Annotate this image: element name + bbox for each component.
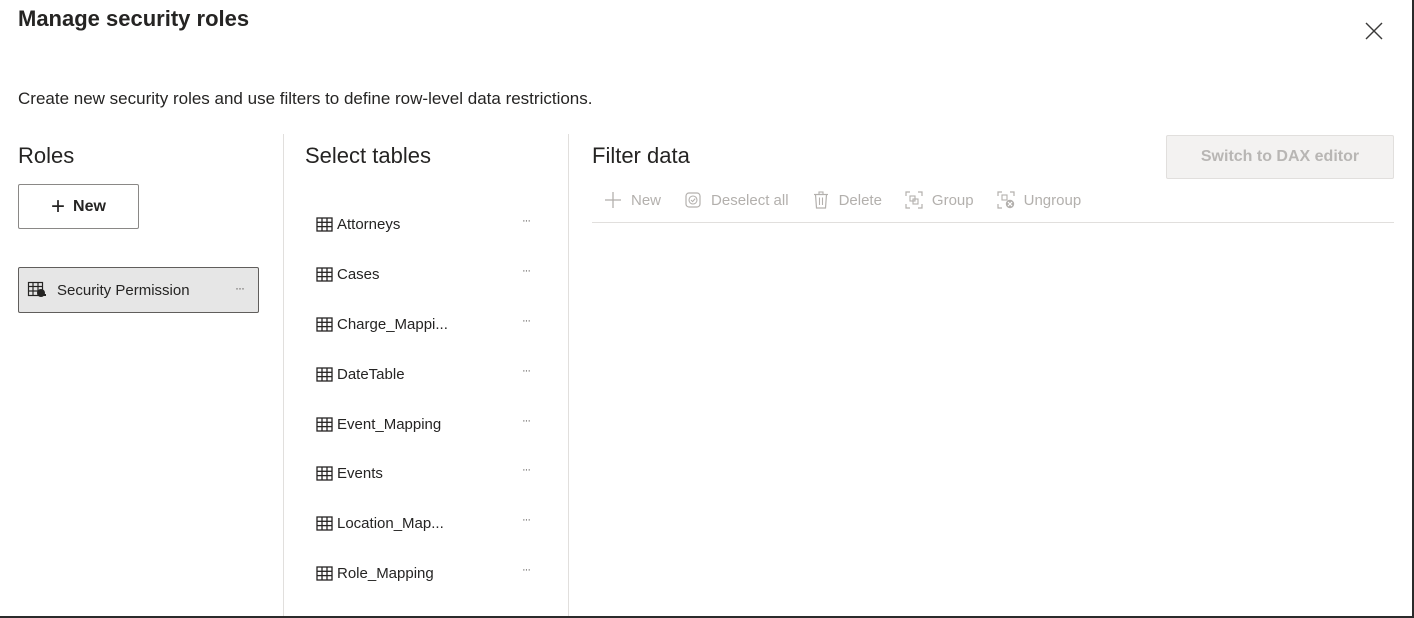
ungroup-label: Ungroup bbox=[1023, 191, 1082, 209]
deselect-all-label: Deselect all bbox=[711, 191, 789, 209]
table-more-icon[interactable]: ··· bbox=[522, 564, 531, 576]
dialog-title: Manage security roles bbox=[18, 6, 250, 31]
group-icon bbox=[904, 190, 924, 210]
ungroup-icon bbox=[996, 190, 1016, 210]
table-more-icon[interactable]: ··· bbox=[522, 215, 531, 227]
table-item-cases[interactable]: Cases ··· bbox=[316, 258, 536, 290]
table-more-icon[interactable]: ··· bbox=[522, 265, 531, 277]
table-item-location-mapping[interactable]: Location_Map... ··· bbox=[316, 507, 536, 539]
table-more-icon[interactable]: ··· bbox=[522, 514, 531, 526]
table-item-datetable[interactable]: DateTable ··· bbox=[316, 358, 536, 390]
group-label: Group bbox=[931, 191, 974, 209]
table-item-label: Location_Map... bbox=[337, 514, 444, 532]
table-icon bbox=[316, 216, 333, 232]
table-more-icon[interactable]: ··· bbox=[522, 365, 531, 377]
filter-heading: Filter data bbox=[592, 143, 690, 168]
table-icon bbox=[316, 266, 333, 282]
tables-divider bbox=[568, 134, 569, 616]
tables-heading: Select tables bbox=[305, 143, 431, 168]
role-item-label: Security Permission bbox=[57, 281, 190, 299]
switch-to-dax-editor-button[interactable]: Switch to DAX editor bbox=[1166, 135, 1394, 179]
filter-new-label: New bbox=[631, 191, 662, 209]
roles-heading: Roles bbox=[18, 143, 75, 168]
roles-divider bbox=[283, 134, 284, 616]
table-icon bbox=[316, 565, 333, 581]
manage-security-roles-dialog: Manage security roles Create new securit… bbox=[0, 0, 1414, 618]
role-item-security-permission[interactable]: Security Permission ··· bbox=[18, 267, 259, 313]
table-icon bbox=[316, 515, 333, 531]
table-item-label: DateTable bbox=[337, 365, 405, 383]
deselect-icon bbox=[683, 190, 703, 210]
role-more-icon[interactable]: ··· bbox=[235, 281, 245, 295]
plus-icon bbox=[603, 190, 623, 210]
table-item-label: Events bbox=[337, 464, 383, 482]
new-role-label: New bbox=[73, 197, 106, 215]
plus-icon: + bbox=[51, 192, 66, 220]
table-item-label: Role_Mapping bbox=[337, 564, 434, 582]
table-item-events[interactable]: Events ··· bbox=[316, 457, 536, 489]
toolbar-divider bbox=[592, 222, 1394, 223]
role-table-icon bbox=[27, 281, 46, 297]
table-item-attorneys[interactable]: Attorneys ··· bbox=[316, 208, 536, 240]
table-more-icon[interactable]: ··· bbox=[522, 464, 531, 476]
close-icon[interactable] bbox=[1361, 18, 1387, 44]
group-button[interactable]: Group bbox=[904, 190, 974, 210]
dialog-description: Create new security roles and use filter… bbox=[18, 89, 593, 108]
delete-button[interactable]: Delete bbox=[811, 190, 882, 210]
table-item-charge-mapping[interactable]: Charge_Mappi... ··· bbox=[316, 308, 536, 340]
table-icon bbox=[316, 366, 333, 382]
table-icon bbox=[316, 316, 333, 332]
new-role-button[interactable]: + New bbox=[18, 184, 139, 229]
table-more-icon[interactable]: ··· bbox=[522, 315, 531, 327]
table-item-role-mapping[interactable]: Role_Mapping ··· bbox=[316, 557, 536, 589]
filter-new-button[interactable]: New bbox=[603, 190, 661, 210]
table-item-event-mapping[interactable]: Event_Mapping ··· bbox=[316, 408, 536, 440]
deselect-all-button[interactable]: Deselect all bbox=[683, 190, 789, 210]
table-item-label: Cases bbox=[337, 265, 380, 283]
table-more-icon[interactable]: ··· bbox=[522, 415, 531, 427]
table-icon bbox=[316, 416, 333, 432]
ungroup-button[interactable]: Ungroup bbox=[996, 190, 1082, 210]
delete-label: Delete bbox=[838, 191, 882, 209]
table-item-label: Event_Mapping bbox=[337, 415, 442, 433]
table-item-label: Charge_Mappi... bbox=[337, 315, 448, 333]
filter-toolbar: New Deselect all Delete Group Ungroup bbox=[603, 188, 1103, 212]
trash-icon bbox=[811, 190, 831, 210]
table-icon bbox=[316, 465, 333, 481]
table-item-label: Attorneys bbox=[337, 215, 401, 233]
